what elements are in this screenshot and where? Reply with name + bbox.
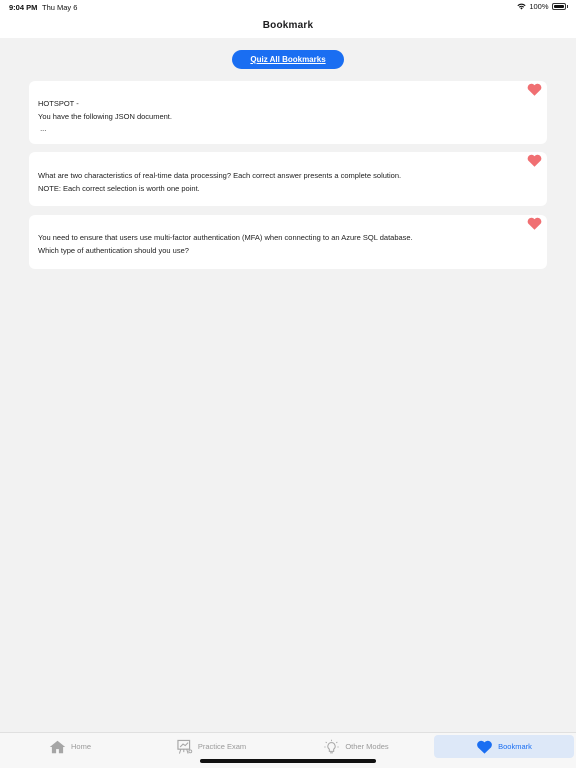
tab-label: Practice Exam	[197, 742, 247, 751]
question-line: Which type of authentication should you …	[38, 245, 189, 255]
heart-icon[interactable]	[527, 83, 542, 96]
tab-label: Bookmark	[498, 742, 532, 751]
bookmark-card[interactable]: You need to ensure that users use multi-…	[29, 215, 547, 269]
tab-label: Other Modes	[345, 742, 389, 751]
status-date: Thu May 6	[42, 3, 78, 12]
question-line: NOTE: Each correct selection is worth on…	[38, 183, 200, 193]
heart-icon[interactable]	[527, 217, 542, 230]
question-line: HOTSPOT -	[38, 99, 79, 108]
bookmark-card[interactable]: What are two characteristics of real-tim…	[29, 152, 547, 206]
question-line: You need to ensure that users use multi-…	[38, 233, 413, 242]
wifi-icon	[517, 3, 526, 10]
bookmark-card[interactable]: HOTSPOT - You have the following JSON do…	[29, 81, 547, 144]
quiz-all-bookmarks-button[interactable]: Quiz All Bookmarks	[232, 50, 344, 69]
question-line: What are two characteristics of real-tim…	[38, 171, 402, 180]
home-icon	[49, 740, 66, 753]
exam-board-icon	[177, 739, 193, 754]
status-time: 9:04 PM	[9, 3, 38, 12]
tab-bookmark[interactable]: Bookmark	[434, 735, 574, 758]
battery-percent: 100%	[529, 2, 549, 11]
home-indicator	[200, 759, 376, 763]
status-indicators: 100%	[517, 2, 568, 11]
tab-practice-exam[interactable]: Practice Exam	[170, 735, 252, 758]
tab-other-modes[interactable]: Other Modes	[318, 735, 394, 758]
battery-icon	[551, 3, 566, 10]
page-title: Bookmark	[262, 20, 314, 31]
lightbulb-icon	[324, 739, 340, 753]
tab-label: Home	[70, 742, 91, 751]
question-line: ...	[38, 124, 47, 133]
battery-tip	[566, 5, 568, 8]
tab-home[interactable]: Home	[40, 735, 100, 758]
heart-icon	[477, 740, 492, 754]
navigation-bar: Bookmark	[0, 14, 576, 38]
question-line: You have the following JSON document.	[38, 111, 172, 121]
status-bar: 9:04 PM Thu May 6 100%	[0, 0, 576, 14]
heart-icon[interactable]	[527, 154, 542, 167]
